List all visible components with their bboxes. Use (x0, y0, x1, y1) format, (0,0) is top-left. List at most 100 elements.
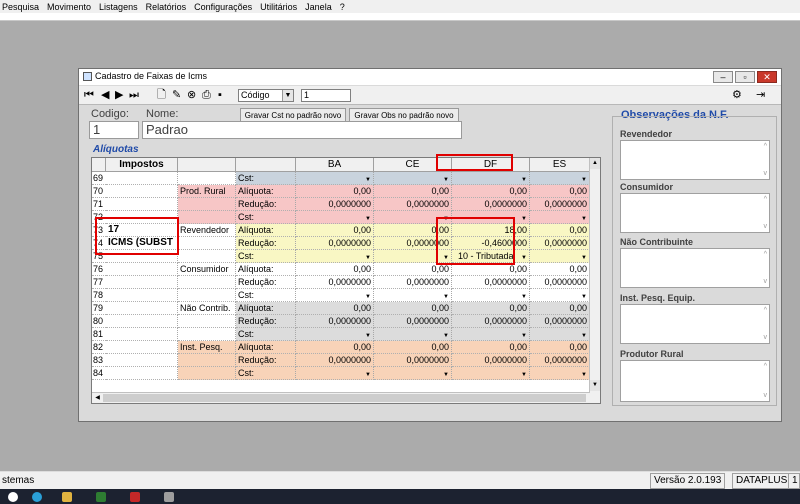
edit-record-icon[interactable]: ✎ (172, 89, 181, 101)
grid-cell-df[interactable]: 0,0000000 (452, 354, 530, 367)
menu-item[interactable]: Configurações (194, 2, 252, 12)
grid-header-2[interactable] (236, 158, 296, 172)
grid-cell-ce[interactable]: 0,00 (374, 341, 452, 354)
grid-header-3[interactable]: BA (296, 158, 374, 172)
grid-cell-df[interactable]: 0,0000000 (452, 198, 530, 211)
grid-cell-es[interactable]: ▼ (530, 289, 590, 302)
browser-icon[interactable] (32, 492, 42, 502)
scroll-up-icon[interactable]: ^ (764, 363, 767, 370)
obs-textarea[interactable]: ^ v (620, 140, 770, 180)
chevron-down-icon[interactable]: ▼ (581, 174, 587, 184)
grid-cell-df[interactable]: 0,00 (452, 185, 530, 198)
chevron-down-icon[interactable]: ▼ (521, 252, 527, 262)
grid-cell-df[interactable]: 0,0000000 (452, 315, 530, 328)
grid-cell-df[interactable]: ▼ (452, 367, 530, 380)
app-icon[interactable] (96, 492, 106, 502)
grid-cell-es[interactable]: 0,0000000 (530, 198, 590, 211)
grid-cell-es[interactable]: ▼ (530, 211, 590, 224)
chevron-down-icon[interactable]: ▼ (581, 252, 587, 262)
chevron-down-icon[interactable]: ▼ (581, 369, 587, 379)
chevron-down-icon[interactable]: ▼ (365, 174, 371, 184)
grid-cell-es[interactable]: ▼ (530, 328, 590, 341)
app-icon-3[interactable] (164, 492, 174, 502)
chevron-down-icon[interactable]: ▼ (443, 330, 449, 340)
grid-cell-es[interactable]: 0,00 (530, 185, 590, 198)
grid-cell-ba[interactable]: ▼ (296, 367, 374, 380)
chevron-down-icon[interactable]: ▼ (365, 252, 371, 262)
last-record-icon[interactable]: ⏭ (129, 89, 139, 101)
grid-cell-es[interactable]: 0,0000000 (530, 237, 590, 250)
grid-vertical-scrollbar[interactable]: ▲ ▼ (589, 158, 600, 403)
chevron-down-icon[interactable]: ▼ (282, 90, 293, 101)
grid-cell-ba[interactable]: 0,0000000 (296, 354, 374, 367)
chevron-down-icon[interactable]: ▼ (581, 213, 587, 223)
save-icon[interactable]: ▪ (218, 89, 222, 101)
scroll-up-icon[interactable]: ^ (764, 143, 767, 150)
grid-cell-es[interactable]: ▼ (530, 172, 590, 185)
grid-cell-ce[interactable]: 0,0000000 (374, 276, 452, 289)
scroll-down-icon[interactable]: v (764, 278, 768, 285)
scroll-up-icon[interactable]: ▲ (590, 158, 600, 169)
grid-cell-df[interactable]: ▼ (452, 289, 530, 302)
grid-cell-ba[interactable]: 0,00 (296, 302, 374, 315)
chevron-down-icon[interactable]: ▼ (365, 291, 371, 301)
search-input[interactable]: 1 (301, 89, 351, 102)
grid-cell-ce[interactable]: 0,0000000 (374, 198, 452, 211)
grid-cell-es[interactable]: ▼ (530, 250, 590, 263)
codigo-field[interactable]: 1 (89, 121, 139, 139)
grid-cell-ba[interactable]: 0,0000000 (296, 198, 374, 211)
chevron-down-icon[interactable]: ▼ (443, 291, 449, 301)
grid-cell-ba[interactable]: ▼ (296, 250, 374, 263)
grid-cell-ba[interactable]: ▼ (296, 328, 374, 341)
grid-cell-ce[interactable]: ▼ (374, 289, 452, 302)
start-icon[interactable] (8, 492, 18, 502)
menu-item[interactable]: Janela (305, 2, 332, 12)
close-button[interactable]: ✕ (757, 71, 777, 83)
chevron-down-icon[interactable]: ▼ (443, 174, 449, 184)
grid-cell-es[interactable]: 0,00 (530, 263, 590, 276)
chevron-down-icon[interactable]: ▼ (581, 330, 587, 340)
grid-cell-ce[interactable]: 0,0000000 (374, 354, 452, 367)
chevron-down-icon[interactable]: ▼ (365, 330, 371, 340)
obs-textarea[interactable]: ^ v (620, 248, 770, 288)
menu-item[interactable]: Relatórios (146, 2, 187, 12)
help-icon[interactable]: ⚙ (732, 89, 742, 101)
chevron-down-icon[interactable]: ▼ (521, 174, 527, 184)
folder-icon[interactable] (62, 492, 72, 502)
maximize-button[interactable]: ▫ (735, 71, 755, 83)
grid-cell-ce[interactable]: ▼ (374, 172, 452, 185)
grid-header-1[interactable] (178, 158, 236, 172)
delete-record-icon[interactable]: ⊗ (187, 89, 196, 101)
obs-textarea[interactable]: ^ v (620, 360, 770, 402)
grid-header-0[interactable]: Impostos (106, 158, 178, 172)
menu-item[interactable]: Pesquisa (2, 2, 39, 12)
grid-cell-ba[interactable]: ▼ (296, 289, 374, 302)
scroll-up-icon[interactable]: ^ (764, 307, 767, 314)
grid-cell-es[interactable]: 0,00 (530, 341, 590, 354)
window-titlebar[interactable]: Cadastro de Faixas de Icms – ▫ ✕ (79, 69, 781, 85)
print-icon[interactable]: ⎙ (202, 89, 211, 101)
scroll-down-icon[interactable]: v (764, 334, 768, 341)
grid-cell-es[interactable]: 0,0000000 (530, 276, 590, 289)
obs-textarea[interactable]: ^ v (620, 193, 770, 233)
grid-cell-ba[interactable]: 0,00 (296, 224, 374, 237)
chevron-down-icon[interactable]: ▼ (521, 291, 527, 301)
nome-field[interactable]: Padrao (142, 121, 462, 139)
grid-cell-ba[interactable]: 0,00 (296, 185, 374, 198)
minimize-button[interactable]: – (713, 71, 733, 83)
scroll-left-icon[interactable]: ◀ (92, 393, 103, 403)
menu-item[interactable]: ? (340, 2, 345, 12)
grid-cell-ba[interactable]: 0,0000000 (296, 276, 374, 289)
chevron-down-icon[interactable]: ▼ (581, 291, 587, 301)
grid-header-6[interactable]: ES (530, 158, 590, 172)
chevron-down-icon[interactable]: ▼ (365, 369, 371, 379)
scroll-down-icon[interactable]: v (764, 223, 768, 230)
grid-cell-ba[interactable]: 0,0000000 (296, 315, 374, 328)
new-record-icon[interactable]: 🗋 (157, 89, 166, 101)
order-combo[interactable]: Código ▼ (238, 89, 294, 102)
grid-cell-es[interactable]: 0,0000000 (530, 315, 590, 328)
grid-cell-ce[interactable]: 0,00 (374, 302, 452, 315)
chevron-down-icon[interactable]: ▼ (443, 369, 449, 379)
scroll-up-icon[interactable]: ^ (764, 251, 767, 258)
grid-cell-es[interactable]: 0,0000000 (530, 354, 590, 367)
